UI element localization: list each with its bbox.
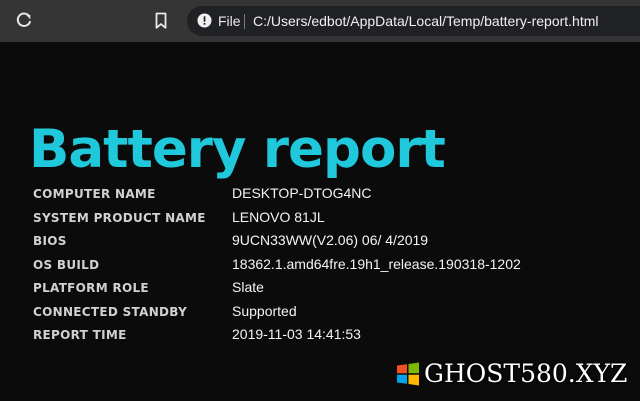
address-bar[interactable]: File C:/Users/edbot/AppData/Local/Temp/b… <box>187 6 640 36</box>
address-divider <box>244 14 245 29</box>
table-row: REPORT TIME 2019-11-03 14:41:53 <box>33 325 553 349</box>
url-text[interactable]: C:/Users/edbot/AppData/Local/Temp/batter… <box>253 12 599 30</box>
scheme-label: File <box>218 13 241 29</box>
report-time-label: REPORT TIME <box>33 328 127 342</box>
bios-label: BIOS <box>33 234 67 248</box>
computer-name-label: COMPUTER NAME <box>33 187 156 201</box>
report-page: Battery report COMPUTER NAME DESKTOP-DTO… <box>0 42 640 401</box>
browser-toolbar: File C:/Users/edbot/AppData/Local/Temp/b… <box>0 0 640 42</box>
system-product-name-value: LENOVO 81JL <box>232 208 325 225</box>
platform-role-value: Slate <box>232 279 264 295</box>
table-row: BIOS 9UCN33WW(V2.06) 06/ 4/2019 <box>33 231 553 255</box>
os-build-value: 18362.1.amd64fre.19h1_release.190318-120… <box>232 255 521 272</box>
watermark-text: GHOST580.XYZ <box>424 359 628 388</box>
os-build-label: OS BUILD <box>33 257 100 272</box>
platform-role-label: PLATFORM ROLE <box>33 281 149 295</box>
table-row: COMPUTER NAME DESKTOP-DTOG4NC <box>33 184 553 208</box>
table-row: PLATFORM ROLE Slate <box>33 278 553 302</box>
connected-standby-label: CONNECTED STANDBY <box>33 304 188 319</box>
table-row: CONNECTED STANDBY Supported <box>33 302 553 326</box>
reload-icon[interactable] <box>15 11 33 29</box>
windows-logo-icon <box>396 362 420 386</box>
page-title: Battery report <box>29 118 446 180</box>
watermark: GHOST580.XYZ <box>396 359 640 391</box>
connected-standby-value: Supported <box>232 302 297 319</box>
table-row: SYSTEM PRODUCT NAME LENOVO 81JL <box>33 208 553 232</box>
system-info-table: COMPUTER NAME DESKTOP-DTOG4NC SYSTEM PRO… <box>33 184 553 349</box>
info-icon[interactable] <box>197 13 212 28</box>
report-time-value: 2019-11-03 14:41:53 <box>232 326 361 342</box>
table-row: OS BUILD 18362.1.amd64fre.19h1_release.1… <box>33 255 553 279</box>
computer-name-value: DESKTOP-DTOG4NC <box>232 185 372 201</box>
bios-value: 9UCN33WW(V2.06) 06/ 4/2019 <box>232 232 429 248</box>
system-product-name-label: SYSTEM PRODUCT NAME <box>33 210 206 225</box>
bookmark-icon[interactable] <box>154 12 168 30</box>
